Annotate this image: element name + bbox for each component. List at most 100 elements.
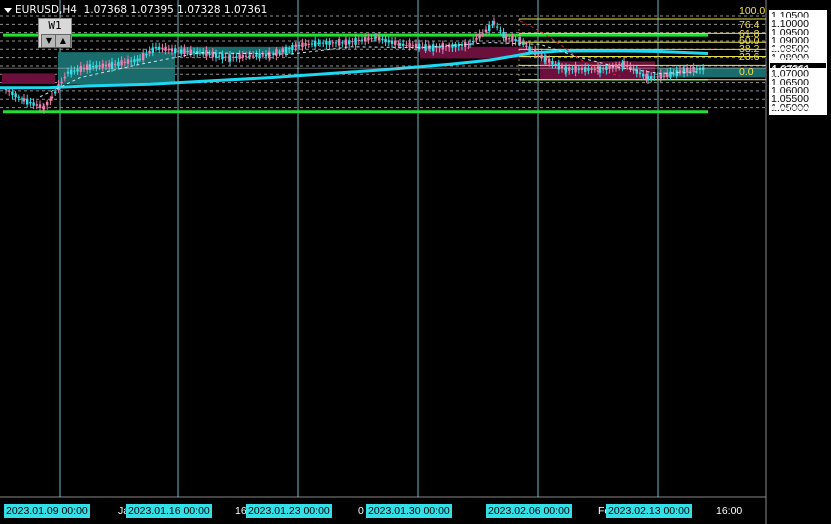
candle-body bbox=[26, 98, 29, 105]
candle-body bbox=[577, 68, 580, 70]
price-chart[interactable] bbox=[0, 0, 831, 524]
candle-body bbox=[238, 54, 241, 59]
candle-body bbox=[472, 41, 475, 43]
candle-body bbox=[218, 55, 221, 57]
time-axis-label: 2023.01.23 00:00 bbox=[246, 504, 332, 518]
timeframe-switch[interactable]: W1 ▼ ▲ bbox=[38, 18, 72, 48]
candle-body bbox=[73, 70, 76, 72]
time-axis-label: 0 bbox=[358, 505, 364, 517]
candle-body bbox=[656, 76, 659, 78]
candle-body bbox=[108, 63, 111, 67]
ohlc-values: 1.07368 1.07395 1.07328 1.07361 bbox=[83, 4, 268, 16]
candle-body bbox=[232, 56, 235, 58]
candle-body bbox=[357, 39, 360, 42]
candle-body bbox=[511, 36, 514, 42]
candle-body bbox=[554, 64, 557, 66]
candle-body bbox=[164, 46, 167, 51]
candle-body bbox=[224, 56, 227, 58]
candle-body bbox=[387, 40, 390, 43]
candle-body bbox=[291, 45, 294, 51]
candle-body bbox=[288, 48, 291, 50]
candle-body bbox=[432, 44, 435, 52]
candle-body bbox=[35, 104, 38, 106]
candle-body bbox=[4, 89, 8, 91]
candle-body bbox=[331, 42, 334, 44]
candle-body bbox=[499, 30, 502, 32]
candle-body bbox=[183, 48, 186, 54]
candle-body bbox=[598, 66, 602, 73]
time-axis-label: 16:00 bbox=[716, 505, 743, 517]
candle-body bbox=[402, 43, 405, 46]
candle-body bbox=[151, 47, 154, 54]
candle-body bbox=[54, 91, 57, 94]
candle-body bbox=[198, 52, 202, 54]
candle-body bbox=[205, 50, 208, 57]
candle-body bbox=[278, 51, 281, 53]
candle-body bbox=[638, 72, 642, 74]
candle-body bbox=[310, 43, 314, 45]
candle-body bbox=[133, 59, 136, 62]
candle-body bbox=[405, 44, 408, 46]
candle-body bbox=[70, 69, 73, 75]
candle-body bbox=[264, 54, 268, 57]
candle-body bbox=[221, 53, 224, 60]
candle-body bbox=[692, 66, 695, 73]
candle-body bbox=[301, 42, 304, 48]
candle-body bbox=[341, 42, 344, 44]
candle-body bbox=[167, 48, 170, 51]
candle-body bbox=[50, 96, 54, 99]
candle-body bbox=[114, 64, 117, 66]
candle-body bbox=[318, 42, 322, 44]
candle-body bbox=[228, 54, 232, 62]
candle-body bbox=[17, 96, 20, 98]
candle-body bbox=[540, 54, 543, 59]
timeframe-next-button[interactable]: ▲ bbox=[55, 34, 71, 48]
candle-body bbox=[632, 68, 635, 71]
candle-body bbox=[268, 54, 272, 56]
candle-body bbox=[689, 69, 692, 71]
candle-body bbox=[235, 56, 238, 58]
candle-body bbox=[344, 39, 348, 46]
candle-body bbox=[38, 104, 42, 108]
candle-body bbox=[101, 63, 104, 68]
candle-body bbox=[528, 46, 531, 53]
candle-body bbox=[428, 47, 432, 49]
candle-body bbox=[384, 38, 387, 43]
chart-window[interactable]: EURUSD,H4 1.07368 1.07395 1.07328 1.0736… bbox=[0, 0, 831, 524]
candle-body bbox=[518, 37, 522, 45]
candle-body bbox=[46, 101, 49, 106]
candle-body bbox=[49, 98, 52, 101]
candle-body bbox=[138, 58, 142, 60]
candle-body bbox=[398, 43, 402, 46]
candle-body bbox=[192, 51, 196, 53]
candle-body bbox=[29, 101, 32, 104]
time-axis-label: 2023.02.13 00:00 bbox=[606, 504, 692, 518]
candle-body bbox=[88, 64, 92, 70]
candle-body bbox=[514, 38, 517, 42]
candle-body bbox=[117, 61, 120, 67]
candle-body bbox=[174, 48, 177, 54]
candle-body bbox=[360, 39, 364, 41]
candle-body bbox=[548, 58, 551, 63]
candle-body bbox=[322, 42, 325, 44]
candle-body bbox=[411, 45, 414, 47]
candle-body bbox=[662, 75, 666, 77]
candle-body bbox=[695, 69, 698, 71]
candle-body bbox=[614, 64, 618, 68]
candle-body bbox=[646, 75, 650, 81]
candle-body bbox=[475, 37, 478, 40]
timeframe-label: W1 bbox=[48, 19, 62, 32]
candle-body bbox=[275, 49, 278, 56]
candle-body bbox=[491, 24, 494, 26]
price-axis-label: 1.04880 bbox=[771, 103, 809, 116]
candle-body bbox=[42, 106, 46, 110]
candle-body bbox=[120, 60, 123, 66]
candle-body bbox=[367, 37, 370, 41]
collapse-triangle-icon[interactable] bbox=[4, 7, 12, 13]
candle-body bbox=[8, 90, 11, 92]
candle-body bbox=[325, 41, 328, 45]
candle-body bbox=[659, 73, 662, 79]
candle-body bbox=[136, 58, 139, 62]
candle-body bbox=[158, 46, 161, 50]
candle-body bbox=[408, 42, 411, 48]
